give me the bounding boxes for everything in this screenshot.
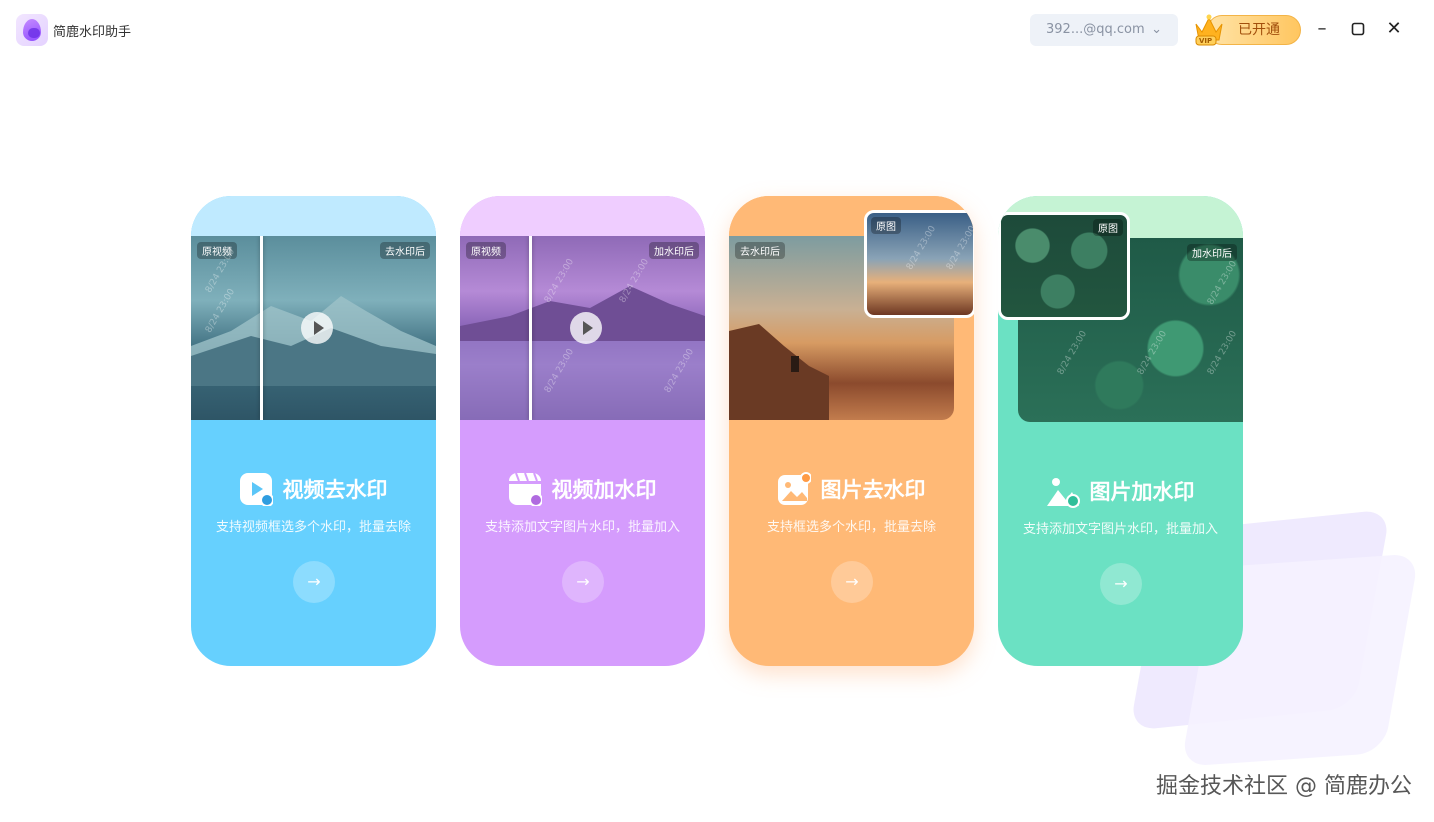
photo-watermark-text: 8/24 23:00 (1055, 329, 1090, 377)
original-image-inset: 原图 (998, 212, 1130, 320)
card-video-add-watermark[interactable]: 原视频 加水印后 8/24 23:00 8/24 23:00 8/24 23:0… (460, 196, 705, 666)
card-title: 视频加水印 (551, 478, 657, 502)
image-icon (777, 472, 813, 506)
arrow-right-icon[interactable]: → (562, 561, 604, 603)
card-video-remove-watermark[interactable]: 原视频 去水印后 8/24 23:00 8/24 23:00 视频去水印 支持视… (191, 196, 436, 666)
close-icon[interactable]: ✕ (1383, 18, 1405, 40)
original-image-inset: 原图 8/24 23:00 8/24 23:00 (864, 210, 974, 318)
card-title: 图片去水印 (820, 478, 926, 502)
label-after-adding: 加水印后 (649, 242, 699, 259)
card-subtitle: 支持框选多个水印，批量去除 (766, 520, 936, 535)
minimize-icon[interactable]: – (1311, 18, 1333, 40)
video-icon (239, 472, 275, 507)
card-image-add-watermark[interactable]: 加水印后 8/24 23:00 8/24 23:00 8/24 23:00 8/… (998, 196, 1243, 666)
vip-crown-icon: VIP (1195, 14, 1223, 46)
compare-slider[interactable] (260, 236, 263, 420)
arrow-right-icon[interactable]: → (831, 561, 873, 603)
title-bar: 简鹿水印助手 392...@qq.com ⌄ 已开通 VIP – ✕ (0, 0, 1434, 60)
play-icon[interactable] (301, 312, 333, 344)
maximize-icon[interactable] (1347, 18, 1369, 40)
compare-slider[interactable] (529, 236, 532, 420)
account-dropdown[interactable]: 392...@qq.com ⌄ (1030, 14, 1178, 46)
card-image-remove-watermark[interactable]: 去水印后 原图 8/24 23:00 8/24 23:00 图片去水印 支持框选… (729, 196, 974, 666)
label-original-video: 原视频 (466, 242, 506, 259)
card-subtitle: 支持添加文字图片水印，批量加入 (484, 520, 680, 535)
play-icon[interactable] (570, 312, 602, 344)
card-subtitle: 支持视频框选多个水印，批量去除 (215, 520, 411, 535)
arrow-right-icon[interactable]: → (293, 561, 335, 603)
image-add-icon (1046, 474, 1081, 508)
photo-watermark-text: 8/24 23:00 (1205, 259, 1240, 307)
video-add-icon (508, 472, 544, 507)
label-original: 原图 (871, 217, 901, 234)
label-after-removal: 去水印后 (735, 242, 785, 259)
photo-watermark-text: 8/24 23:00 (1205, 329, 1240, 377)
app-logo-icon (16, 14, 48, 46)
app-title: 简鹿水印助手 (53, 25, 132, 40)
photo-watermark-text: 8/24 23:00 (944, 224, 974, 272)
photo-watermark-text: 8/24 23:00 (1135, 329, 1170, 377)
card-subtitle: 支持添加文字图片水印，批量加入 (1022, 522, 1218, 537)
overlay-watermark-text: 掘金技术社区 @ 简鹿办公 (1156, 774, 1412, 799)
vip-badge-text: VIP (1199, 37, 1212, 45)
arrow-right-icon[interactable]: → (1100, 563, 1142, 605)
preview-image: 原视频 加水印后 8/24 23:00 8/24 23:00 8/24 23:0… (460, 236, 705, 420)
label-original: 原图 (1093, 219, 1123, 236)
vip-button[interactable]: 已开通 VIP (1193, 12, 1303, 48)
account-email: 392...@qq.com (1046, 22, 1145, 37)
label-after-removal: 去水印后 (380, 242, 430, 259)
photo-watermark-text: 8/24 23:00 (904, 224, 939, 272)
chevron-down-icon: ⌄ (1151, 22, 1162, 37)
card-title: 图片加水印 (1089, 480, 1195, 504)
card-title: 视频去水印 (282, 478, 388, 502)
app-window: 简鹿水印助手 392...@qq.com ⌄ 已开通 VIP – ✕ 原视频 去… (0, 0, 1434, 822)
preview-image: 原视频 去水印后 8/24 23:00 8/24 23:00 (191, 236, 436, 420)
